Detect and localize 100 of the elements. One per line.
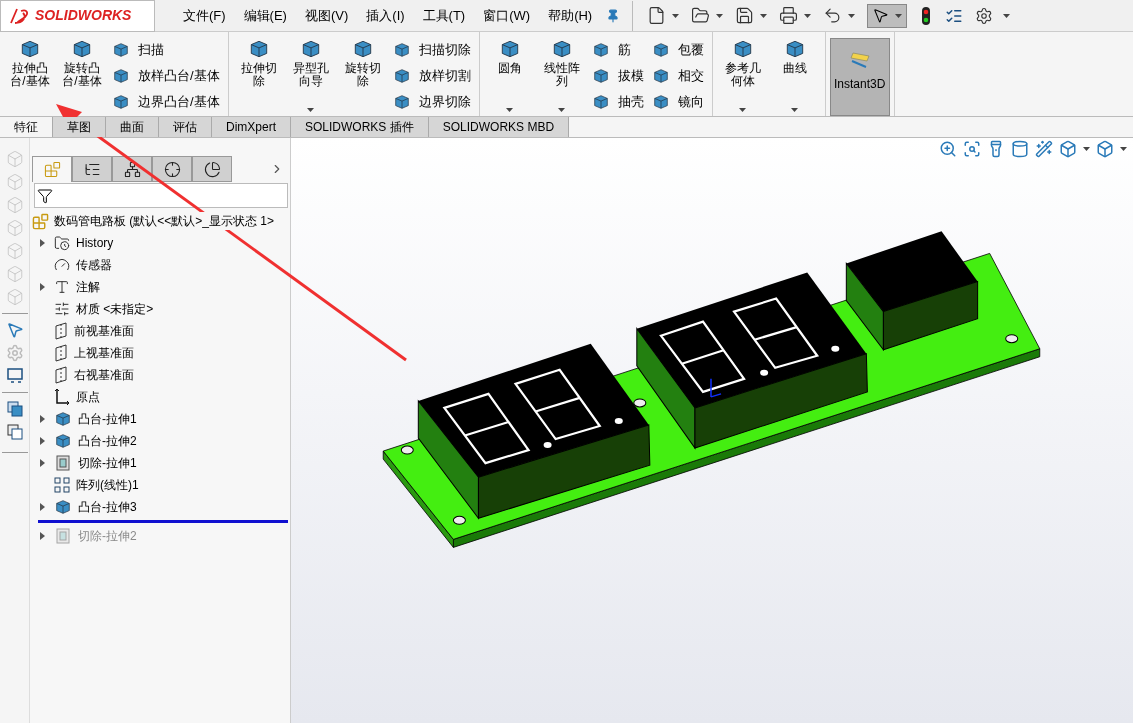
ribbon-button[interactable]: 拉伸切除 [232,34,285,116]
dropdown-caret[interactable] [558,108,566,112]
command-tab[interactable]: SOLIDWORKS 插件 [291,117,429,137]
menu-item[interactable]: 帮助(H) [548,5,593,26]
ribbon-button[interactable]: 放样凸台/基体 [112,66,220,86]
dropdown-caret[interactable] [739,108,747,112]
display-icon[interactable] [5,367,24,385]
caret-icon[interactable] [1003,13,1011,18]
appearance-tab[interactable] [192,156,232,182]
caret-icon[interactable] [760,13,768,18]
ribbon-button[interactable]: 放样切割 [392,66,471,86]
instant3d-toggle[interactable]: Instant3D [829,38,890,116]
view-settings-icon[interactable] [1035,140,1053,158]
save-icon[interactable] [735,6,755,25]
ribbon-button[interactable]: 边界凸台/基体 [112,92,220,112]
display-style-icon[interactable] [1096,140,1114,158]
ribbon-button[interactable]: 曲线 [768,34,821,116]
tree-item[interactable]: 凸台-拉伸1 [36,408,290,430]
tree-item[interactable]: 传感器 [36,254,290,276]
ribbon-button[interactable]: 拉伸凸台/基体 [4,34,56,116]
section-view-icon[interactable] [1011,140,1029,158]
tree-item[interactable]: 前视基准面 [36,320,290,342]
ribbon-button[interactable]: 参考几何体 [716,34,769,116]
print-icon[interactable] [779,6,799,25]
ribbon-button[interactable]: 旋转凸台/基体 [56,34,108,116]
command-tab[interactable]: 评估 [159,117,212,137]
expand-arrow-icon[interactable] [39,415,45,423]
tree-item[interactable]: 材质 <未指定> [36,298,290,320]
tree-item[interactable]: 右视基准面 [36,364,290,386]
menu-item[interactable]: 插入(I) [366,5,405,26]
dropdown-caret[interactable] [307,108,315,112]
ribbon-button[interactable]: 相交 [651,66,704,86]
menu-item[interactable]: 编辑(E) [243,5,287,26]
feature-icon [591,41,610,59]
open-folder-icon[interactable] [691,6,711,25]
ribbon-button[interactable]: 线性阵列 [535,34,588,116]
tree-item[interactable]: 凸台-拉伸2 [36,430,290,452]
select-tool-button[interactable] [867,3,908,28]
tree-item[interactable]: 上视基准面 [36,342,290,364]
tree-item[interactable]: 阵列(线性)1 [36,474,290,496]
ribbon-button[interactable]: 镜向 [651,92,704,112]
stacked-windows-icon[interactable] [5,423,24,441]
expand-arrow-icon[interactable] [39,437,45,445]
expand-arrow-icon[interactable] [39,459,45,467]
tree-item[interactable]: History [36,232,290,254]
ribbon-button[interactable]: 旋转切除 [336,34,389,116]
ribbon-button[interactable]: 圆角 [483,34,536,116]
expand-arrow-icon[interactable] [39,283,45,291]
tree-item[interactable]: 切除-拉伸1 [36,452,290,474]
menu-item[interactable]: 视图(V) [304,5,349,26]
feature-icon [112,93,130,111]
select-icon[interactable] [5,321,24,339]
settings-icon[interactable] [975,6,994,25]
part-name[interactable]: 数码管电路板 (默认<<默认>_显示状态 1> [54,212,275,230]
menu-item[interactable]: 文件(F) [183,5,226,26]
command-tab[interactable]: 草图 [53,117,106,137]
dropdown-caret[interactable] [506,108,514,112]
ribbon-button[interactable]: 筋 [591,40,644,60]
expand-arrow-icon[interactable] [39,239,45,247]
ruler-arrow-icon [848,51,871,71]
property-tab[interactable] [72,156,112,182]
ribbon-button[interactable]: 拔模 [591,66,644,86]
ribbon-button[interactable]: 边界切除 [392,92,471,112]
configuration-tab-icon [123,160,141,178]
dropdown-caret[interactable] [791,108,799,112]
filter-icon [37,187,53,204]
part-icon [32,212,49,230]
ribbon-button[interactable]: 异型孔向导 [284,34,337,116]
caret-icon[interactable] [672,13,680,18]
configuration-tab[interactable] [112,156,152,182]
filter-field[interactable] [34,183,288,208]
zoom-to-fit-icon[interactable] [939,140,957,158]
command-tab[interactable]: 曲面 [106,117,159,137]
menu-item[interactable]: 工具(T) [422,5,466,26]
caret-icon[interactable] [716,13,724,18]
ribbon-button[interactable]: 抽壳 [591,92,644,112]
pin-icon[interactable] [606,8,621,23]
graphics-viewport[interactable] [290,138,1133,723]
view-orientation-icon[interactable] [1059,140,1077,158]
expand-arrow-icon[interactable] [39,532,45,540]
menu-item[interactable]: 窗口(W) [483,5,531,26]
expand-arrow-icon[interactable] [39,503,45,511]
caret-icon[interactable] [848,13,856,18]
caret-icon[interactable] [895,13,903,18]
tree-item[interactable]: 凸台-拉伸3 [36,496,290,518]
tree-item[interactable]: 原点 [36,386,290,408]
dimxpert-tab[interactable] [152,156,192,182]
stacked-windows-icon[interactable] [5,400,24,418]
caret-icon[interactable] [1120,147,1127,151]
ribbon-button[interactable]: 包覆 [651,40,704,60]
ribbon-button[interactable]: 扫描 [112,40,220,60]
zoom-area-icon[interactable] [963,140,981,158]
caret-icon[interactable] [1083,147,1090,151]
command-tab[interactable]: DimXpert [212,117,291,137]
dimxpert-tab-icon [163,160,181,178]
caret-icon[interactable] [804,13,812,18]
command-tab[interactable]: SOLIDWORKS MBD [428,117,570,137]
tree-item[interactable]: 注解 [36,276,290,298]
traffic-light-icon[interactable] [921,5,932,26]
ribbon-button[interactable]: 扫描切除 [392,40,471,60]
